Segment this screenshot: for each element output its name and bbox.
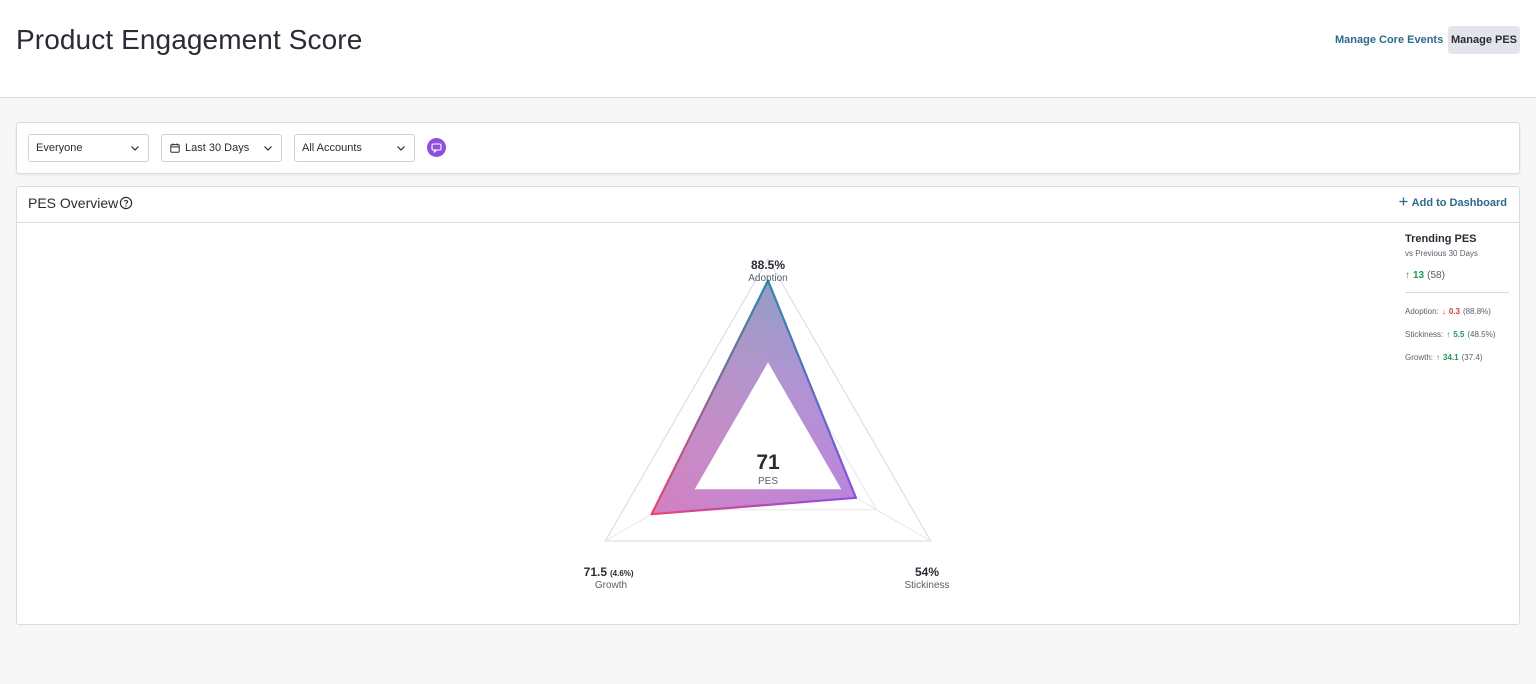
- adoption-label: Adoption: [748, 273, 787, 284]
- chevron-down-icon: [264, 135, 272, 161]
- trending-row-growth: Growth: ↑ 34.1 (37.4): [1405, 353, 1509, 362]
- growth-value: 71.5: [584, 565, 608, 579]
- manage-core-events-button[interactable]: Manage Core Events: [1329, 26, 1449, 54]
- trending-row-prev: (88.8%): [1462, 307, 1491, 316]
- trending-row-label: Stickiness:: [1405, 330, 1444, 339]
- trending-row-change: 5.5: [1453, 330, 1465, 339]
- adoption-value: 88.5%: [751, 258, 785, 272]
- trending-pes-panel: Trending PES vs Previous 30 Days ↑ 13 (5…: [1405, 233, 1509, 362]
- page-header: Product Engagement Score Manage Core Eve…: [0, 0, 1536, 98]
- accounts-dropdown-label: All Accounts: [302, 142, 362, 154]
- arrow-down-icon: ↓: [1441, 307, 1446, 316]
- pes-score-label: PES: [758, 476, 778, 487]
- trending-row-label: Growth:: [1405, 353, 1434, 362]
- chevron-down-icon: [397, 135, 405, 161]
- segment-dropdown-label: Everyone: [36, 142, 83, 154]
- pes-overview-card: PES Overview Add to Dashboard 71 PES 88.…: [16, 186, 1520, 625]
- trending-main-change: 13: [1413, 270, 1425, 281]
- trending-row-adoption: Adoption: ↓ 0.3 (88.8%): [1405, 307, 1509, 316]
- trending-title: Trending PES: [1405, 233, 1477, 245]
- stickiness-value: 54%: [915, 565, 939, 579]
- stickiness-label: Stickiness: [904, 580, 949, 591]
- trending-main-prev: (58): [1427, 270, 1445, 281]
- page-title: Product Engagement Score: [16, 24, 363, 55]
- growth-label: Growth: [595, 580, 627, 591]
- trending-divider: [1405, 292, 1509, 293]
- arrow-up-icon: ↑: [1405, 270, 1410, 281]
- trending-row-prev: (48.5%): [1467, 330, 1496, 339]
- calendar-icon: [170, 135, 180, 161]
- trending-row-change: 34.1: [1443, 353, 1459, 362]
- trending-subtitle: vs Previous 30 Days: [1405, 249, 1478, 258]
- segment-dropdown[interactable]: Everyone: [28, 134, 149, 162]
- date-range-dropdown-label: Last 30 Days: [185, 142, 250, 154]
- arrow-up-icon: ↑: [1436, 353, 1441, 362]
- trending-row-stickiness: Stickiness: ↑ 5.5 (48.5%): [1405, 330, 1509, 339]
- date-range-dropdown[interactable]: Last 30 Days: [161, 134, 282, 162]
- accounts-dropdown[interactable]: All Accounts: [294, 134, 415, 162]
- chevron-down-icon: [131, 135, 139, 161]
- trending-row-prev: (37.4): [1461, 353, 1483, 362]
- arrow-up-icon: ↑: [1446, 330, 1451, 339]
- trending-main: ↑ 13 (58): [1405, 270, 1509, 281]
- pes-radar-chart: 71 PES 88.5% Adoption 54% Stickiness 71.…: [584, 257, 950, 591]
- manage-pes-button[interactable]: Manage PES: [1448, 26, 1520, 54]
- chat-icon[interactable]: [427, 138, 446, 157]
- trending-row-label: Adoption:: [1405, 307, 1439, 316]
- pes-score-value: 71: [756, 451, 780, 474]
- filter-bar: Everyone Last 30 Days All Accounts: [16, 122, 1520, 174]
- trending-row-change: 0.3: [1448, 307, 1460, 316]
- growth-change: (4.6%): [610, 569, 634, 578]
